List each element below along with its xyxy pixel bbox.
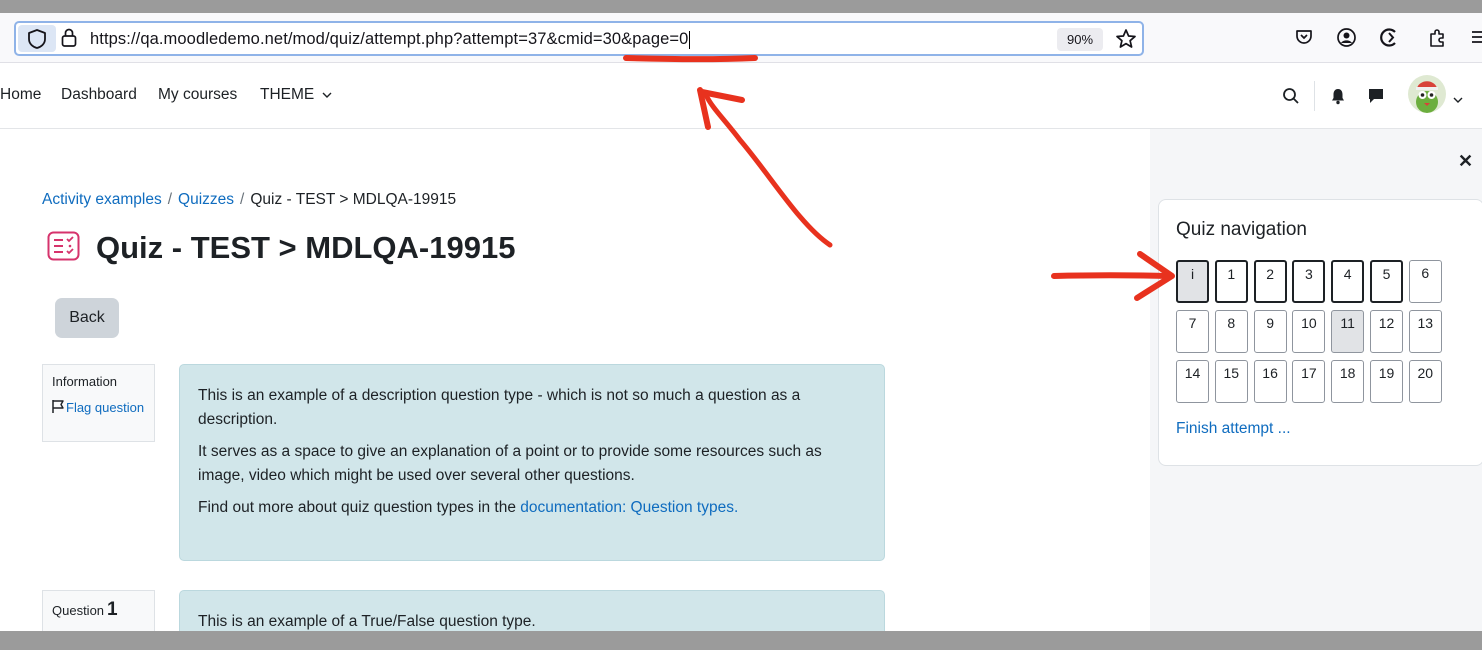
quiz-nav-button[interactable]: 13 bbox=[1408, 310, 1442, 353]
description-paragraph: Find out more about quiz question types … bbox=[198, 496, 866, 520]
quiz-icon bbox=[47, 231, 80, 266]
nav-theme-label: THEME bbox=[260, 86, 315, 103]
quiz-navigation-block: Quiz navigation i 1 2 3 4 5 6 7 8 9 10 11 12 13 14 15 16… bbox=[1158, 199, 1482, 466]
question-info-block: Question 1 bbox=[42, 590, 155, 631]
quiz-nav-button[interactable]: 18 bbox=[1331, 360, 1365, 403]
quiz-nav-button[interactable]: 1 bbox=[1214, 260, 1248, 303]
bookmark-star-icon[interactable] bbox=[1114, 27, 1138, 56]
breadcrumb-separator: / bbox=[240, 191, 245, 208]
quiz-nav-button[interactable]: 3 bbox=[1292, 260, 1326, 303]
quiz-nav-button[interactable]: 16 bbox=[1253, 360, 1287, 403]
pocket-icon[interactable] bbox=[1294, 27, 1314, 52]
breadcrumb: Activity examples / Quizzes / Quiz - TEST > … bbox=[42, 191, 456, 209]
description-paragraph: This is an example of a description ques… bbox=[198, 387, 801, 428]
quiz-nav-button[interactable]: 2 bbox=[1253, 260, 1287, 303]
shield-icon[interactable] bbox=[18, 25, 56, 52]
quiz-nav-button[interactable]: 4 bbox=[1331, 260, 1365, 303]
quiz-nav-button[interactable]: i bbox=[1176, 260, 1209, 303]
nav-home[interactable]: Home bbox=[0, 86, 41, 104]
question-text: This is an example of a True/False quest… bbox=[198, 613, 536, 630]
sync-icon[interactable] bbox=[1378, 27, 1400, 53]
back-button[interactable]: Back bbox=[55, 298, 119, 338]
right-drawer: ✕ Quiz navigation i 1 2 3 4 5 6 7 8 9 10 11 12 13 14 15… bbox=[1150, 129, 1482, 631]
question-label: Question 1 bbox=[52, 599, 118, 621]
search-icon[interactable] bbox=[1282, 87, 1300, 110]
url-text[interactable]: https://qa.moodledemo.net/mod/quiz/attem… bbox=[90, 30, 691, 49]
quiz-navigation-title: Quiz navigation bbox=[1176, 219, 1307, 240]
finish-attempt-link[interactable]: Finish attempt ... bbox=[1176, 420, 1291, 438]
breadcrumb-separator: / bbox=[167, 191, 173, 208]
quiz-nav-button[interactable]: 11 bbox=[1331, 310, 1365, 353]
quiz-nav-button[interactable]: 5 bbox=[1370, 260, 1403, 303]
quiz-nav-button[interactable]: 8 bbox=[1214, 310, 1248, 353]
chevron-down-icon bbox=[322, 92, 332, 98]
breadcrumb-activity-examples[interactable]: Activity examples bbox=[42, 191, 162, 208]
description-text: Find out more about quiz question types … bbox=[198, 499, 521, 516]
bell-icon[interactable] bbox=[1330, 87, 1346, 110]
lock-icon[interactable] bbox=[60, 27, 78, 54]
question-content: This is an example of a True/False quest… bbox=[179, 590, 885, 631]
quiz-nav-button[interactable]: 12 bbox=[1370, 310, 1403, 353]
quiz-nav-button[interactable]: 9 bbox=[1253, 310, 1287, 353]
menu-icon[interactable] bbox=[1470, 27, 1482, 52]
navbar-divider bbox=[1314, 81, 1315, 111]
quiz-nav-button[interactable]: 17 bbox=[1292, 360, 1326, 403]
documentation-link[interactable]: documentation: Question types. bbox=[520, 499, 738, 516]
avatar[interactable] bbox=[1408, 75, 1446, 113]
quiz-nav-button[interactable]: 7 bbox=[1176, 310, 1209, 353]
quiz-nav-button[interactable]: 6 bbox=[1408, 260, 1442, 303]
question-label-text: Question bbox=[52, 603, 105, 618]
browser-toolbar: https://qa.moodledemo.net/mod/quiz/attem… bbox=[0, 13, 1482, 63]
quiz-nav-button[interactable]: 14 bbox=[1176, 360, 1209, 403]
site-navbar: Home Dashboard My courses THEME bbox=[0, 63, 1482, 129]
address-bar[interactable]: https://qa.moodledemo.net/mod/quiz/attem… bbox=[14, 21, 1144, 56]
chat-icon[interactable] bbox=[1367, 87, 1385, 110]
breadcrumb-current: Quiz - TEST > MDLQA-19915 bbox=[250, 191, 457, 208]
quiz-nav-button[interactable]: 15 bbox=[1214, 360, 1248, 403]
account-icon[interactable] bbox=[1336, 27, 1357, 53]
flag-question-link[interactable]: Flag question bbox=[51, 398, 151, 418]
screen-bottom-border bbox=[0, 631, 1482, 650]
info-block: Information Flag question bbox=[42, 364, 155, 442]
text-caret bbox=[689, 30, 691, 49]
extensions-icon[interactable] bbox=[1428, 27, 1448, 53]
question-number: 1 bbox=[107, 599, 118, 620]
close-icon[interactable]: ✕ bbox=[1458, 151, 1473, 172]
description-content: This is an example of a description ques… bbox=[179, 364, 885, 561]
nav-dashboard[interactable]: Dashboard bbox=[61, 86, 137, 104]
quiz-nav-button[interactable]: 20 bbox=[1408, 360, 1442, 403]
chevron-down-icon[interactable] bbox=[1453, 91, 1463, 109]
flag-icon bbox=[52, 400, 64, 413]
screen-top-border bbox=[0, 0, 1482, 13]
page-title: Quiz - TEST > MDLQA-19915 bbox=[96, 230, 516, 265]
zoom-indicator[interactable]: 90% bbox=[1057, 28, 1103, 51]
breadcrumb-quizzes[interactable]: Quizzes bbox=[178, 191, 234, 208]
nav-theme[interactable]: THEME bbox=[260, 86, 332, 104]
nav-my-courses[interactable]: My courses bbox=[158, 86, 237, 104]
quiz-nav-button[interactable]: 19 bbox=[1370, 360, 1403, 403]
info-block-title: Information bbox=[52, 374, 118, 389]
description-paragraph: It serves as a space to give an explanat… bbox=[198, 443, 822, 484]
flag-question-label: Flag question bbox=[66, 400, 145, 415]
quiz-nav-button[interactable]: 10 bbox=[1292, 310, 1326, 353]
